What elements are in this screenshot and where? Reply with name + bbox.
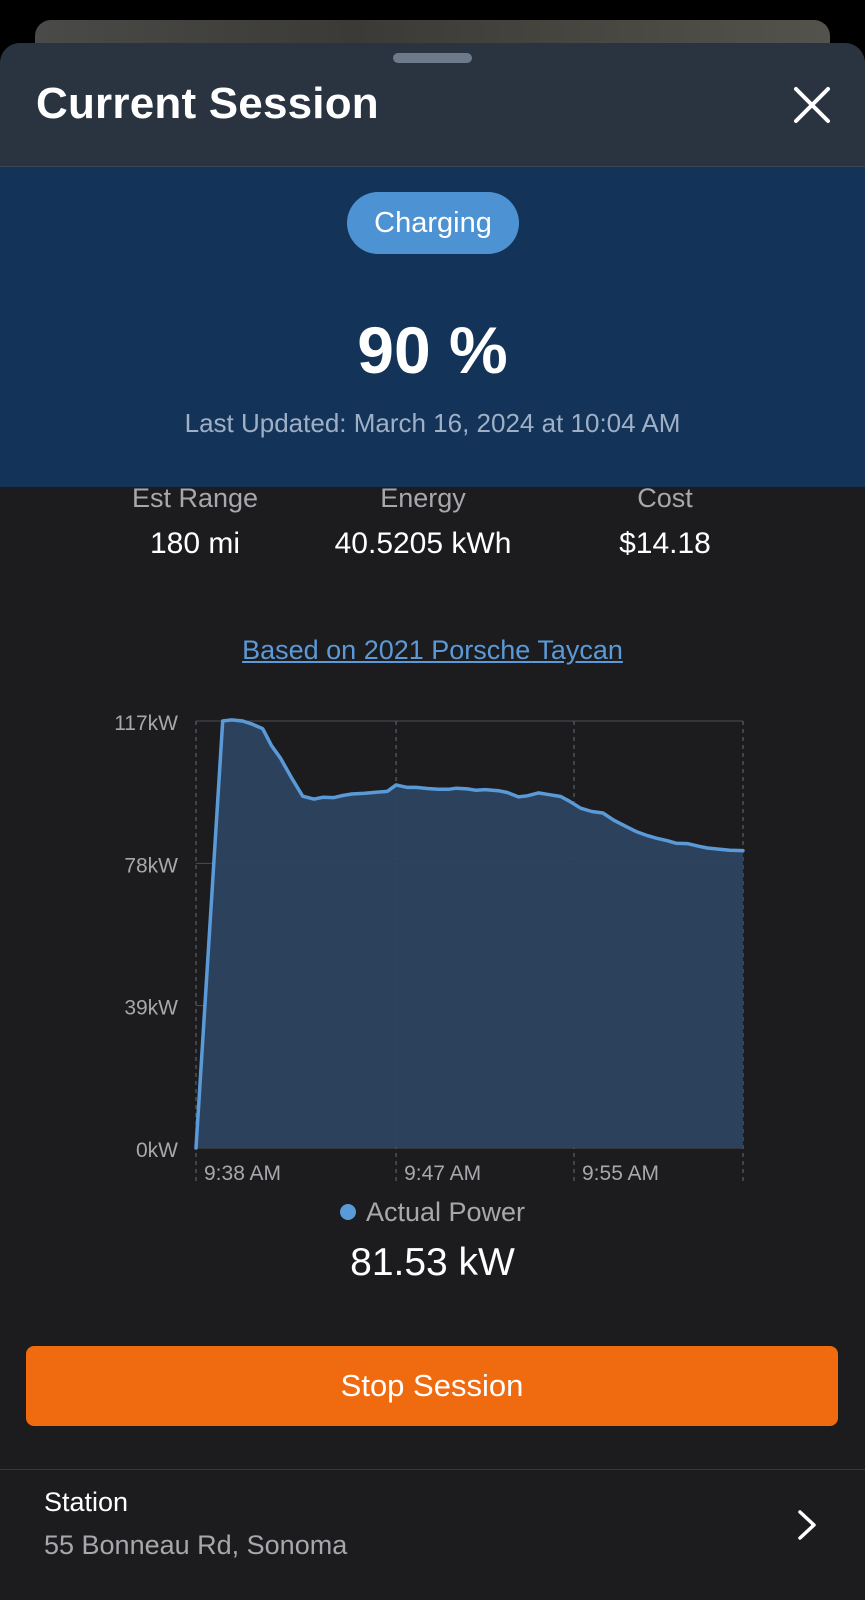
stat-energy: Energy 40.5205 kWh — [303, 483, 543, 561]
stat-value: 180 mi — [149, 527, 241, 560]
status-badge: Charging — [347, 192, 519, 254]
current-power: 81.53 kW — [350, 1241, 515, 1284]
station-label: Station — [44, 1487, 129, 1517]
stat-value: 40.5205 kWh — [334, 527, 512, 560]
stop-session-button[interactable]: Stop Session — [26, 1346, 838, 1426]
stat-label: Cost — [637, 483, 693, 513]
stat-cost: Cost $14.18 — [545, 483, 785, 561]
legend-label: Actual Power — [365, 1197, 526, 1227]
chevron-right-icon — [798, 1510, 816, 1540]
y-tick-label: 78kW — [124, 854, 178, 877]
y-tick-label: 0kW — [136, 1139, 178, 1162]
legend-dot-icon — [339, 1203, 356, 1220]
page-title: Current Session — [36, 79, 379, 128]
x-tick-label: 9:38 AM — [204, 1162, 281, 1185]
stat-label: Energy — [380, 483, 466, 513]
y-tick-label: 39kW — [124, 997, 178, 1020]
x-tick-label: 9:55 AM — [582, 1162, 659, 1185]
vehicle-link[interactable]: Based on 2021 Porsche Taycan — [0, 635, 865, 666]
x-tick-label: 9:47 AM — [404, 1162, 481, 1185]
stat-label: Est Range — [131, 483, 259, 513]
series-area — [196, 719, 743, 1148]
drag-handle[interactable] — [393, 53, 472, 63]
station-row[interactable]: Station 55 Bonneau Rd, Sonoma — [0, 1470, 865, 1600]
station-address: 55 Bonneau Rd, Sonoma — [44, 1530, 348, 1560]
chart-legend: Actual Power — [0, 1197, 865, 1228]
charge-percent: 90 % — [357, 313, 508, 387]
stat-est-range: Est Range 180 mi — [75, 483, 315, 561]
power-chart: 117kW 78kW 39kW 0kW 9:38 AM 9:47 AM 9:55 AM — [114, 712, 745, 1185]
sheet-header: Current Session — [0, 43, 865, 167]
charge-status-panel: Charging 90 % Last Updated: March 16, 20… — [0, 167, 865, 487]
y-tick-label: 117kW — [114, 712, 178, 735]
last-updated: Last Updated: March 16, 2024 at 10:04 AM — [184, 408, 681, 438]
close-icon — [794, 87, 830, 123]
close-button[interactable] — [788, 81, 836, 129]
session-sheet: Current Session Charging 90 % Last Updat… — [0, 43, 865, 1600]
stat-value: $14.18 — [619, 527, 711, 560]
